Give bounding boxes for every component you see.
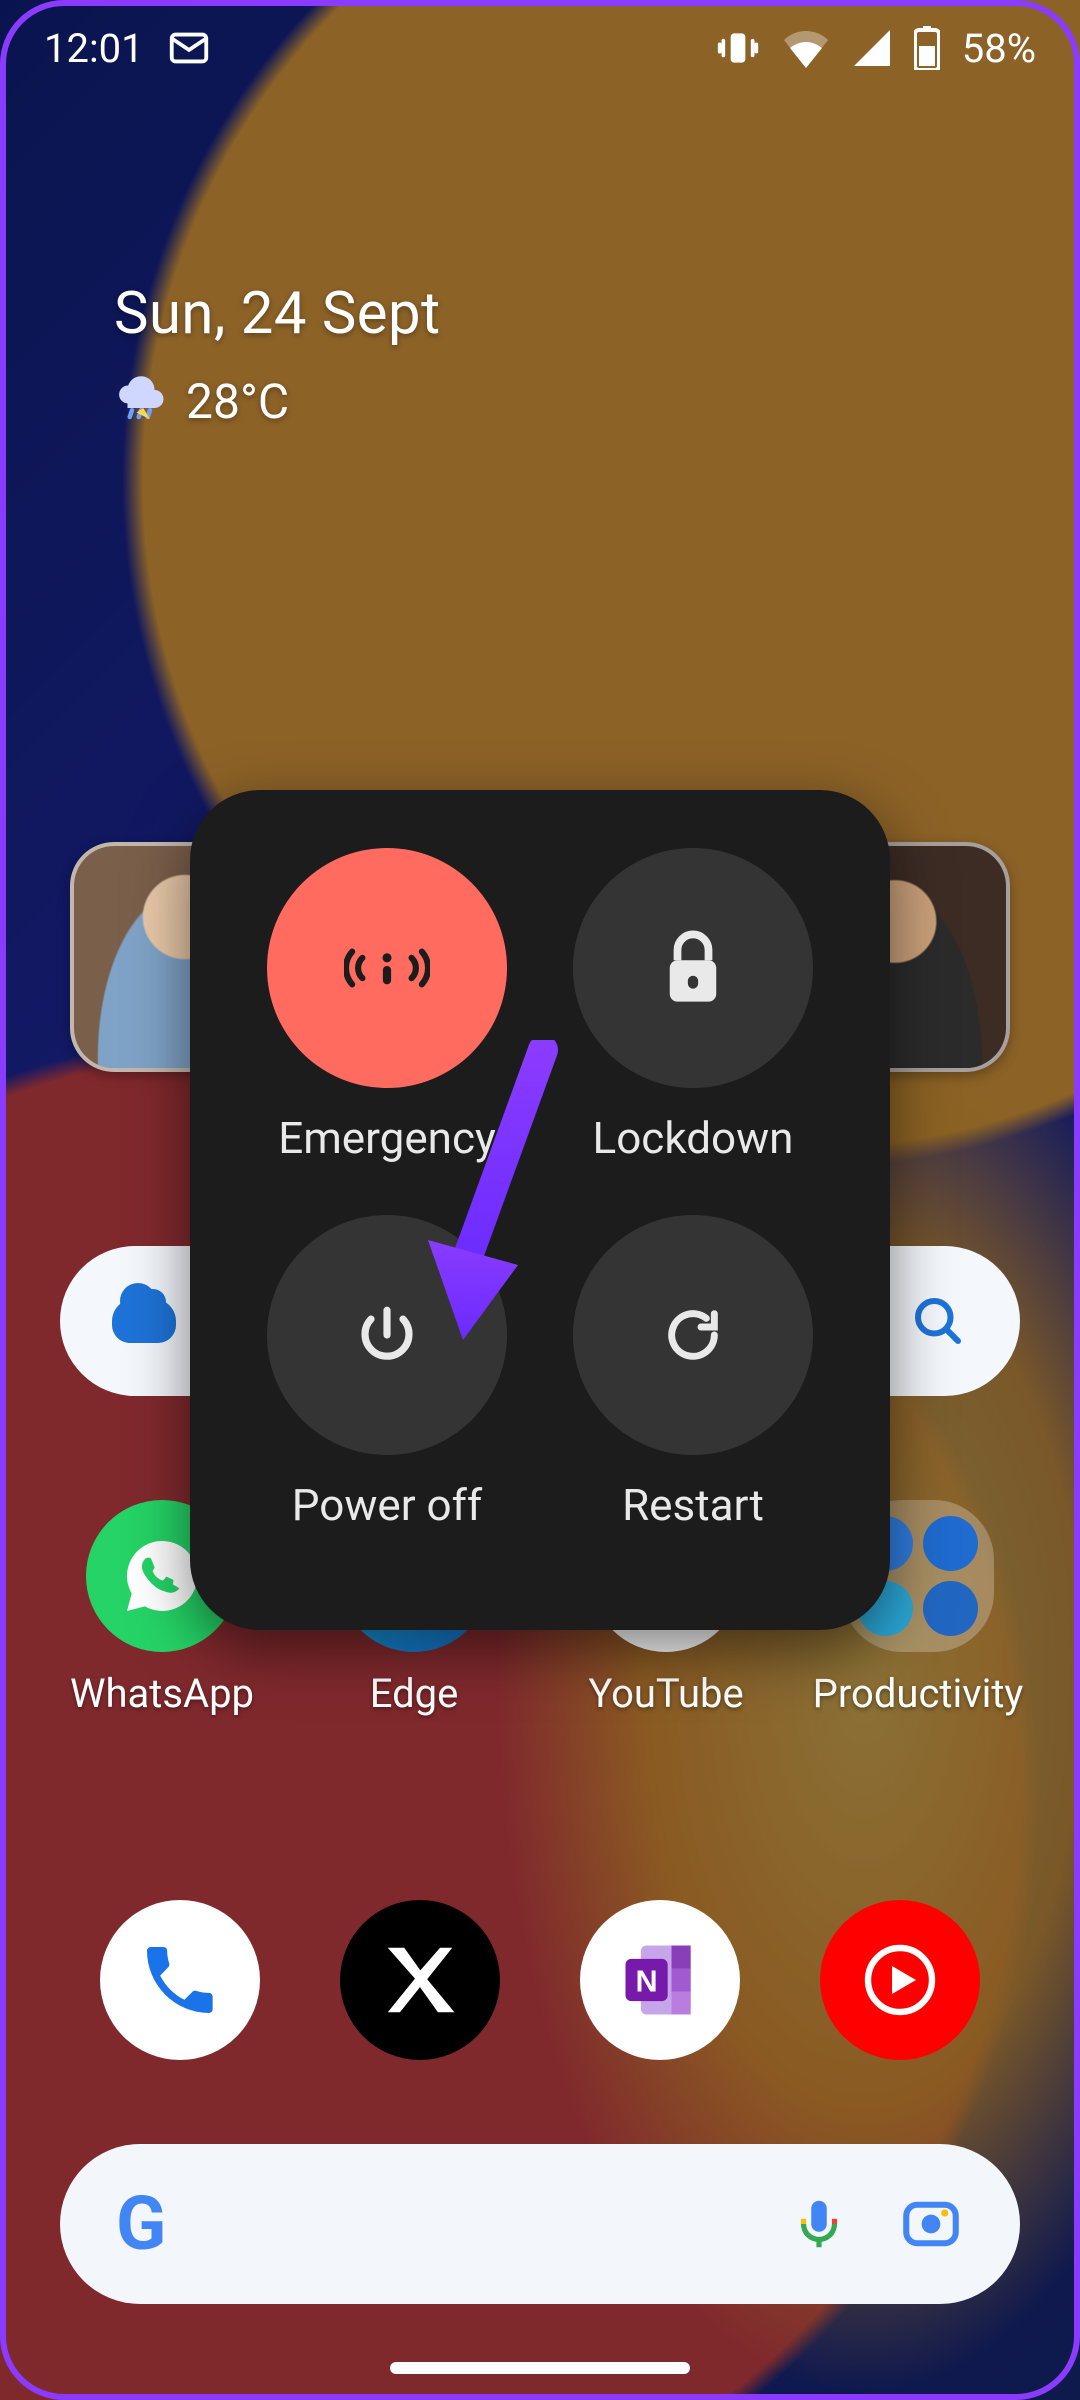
weather-icon: [114, 372, 168, 430]
google-search-bar[interactable]: G: [60, 2144, 1020, 2304]
battery-icon: [914, 26, 940, 70]
app-label: Edge: [370, 1670, 459, 1717]
onedrive-icon: [112, 1299, 176, 1343]
lens-icon[interactable]: [898, 2191, 964, 2257]
vibrate-icon: [716, 26, 760, 70]
dock-x[interactable]: [340, 1900, 500, 2060]
dock-onenote[interactable]: N: [580, 1900, 740, 2060]
temperature-text: 28°C: [186, 373, 289, 430]
status-time: 12:01: [44, 25, 144, 72]
dock-phone[interactable]: [100, 1900, 260, 2060]
power-menu-label: Lockdown: [593, 1112, 794, 1164]
power-menu: Emergency Lockdown Power off Restart: [190, 790, 890, 1630]
lock-icon: [573, 848, 813, 1088]
restart-icon: [573, 1215, 813, 1455]
power-menu-label: Restart: [622, 1479, 764, 1531]
date-weather-widget[interactable]: Sun, 24 Sept 28°C: [114, 280, 441, 430]
app-label: YouTube: [588, 1670, 743, 1717]
emergency-icon: [267, 848, 507, 1088]
app-label: Productivity: [813, 1670, 1024, 1717]
power-menu-emergency[interactable]: Emergency: [234, 848, 540, 1215]
power-menu-lockdown[interactable]: Lockdown: [540, 848, 846, 1215]
power-menu-power-off[interactable]: Power off: [234, 1215, 540, 1582]
svg-text:N: N: [636, 1965, 658, 1999]
power-menu-label: Power off: [292, 1479, 482, 1531]
mic-icon[interactable]: [788, 2193, 850, 2255]
power-icon: [267, 1215, 507, 1455]
battery-percent: 58%: [962, 25, 1036, 72]
status-bar: 12:01 58%: [0, 0, 1080, 96]
dock: N: [60, 1900, 1020, 2060]
date-text: Sun, 24 Sept: [114, 280, 441, 348]
search-icon: [908, 1291, 968, 1351]
power-menu-label: Emergency: [278, 1112, 496, 1164]
app-label: WhatsApp: [70, 1670, 254, 1717]
dock-ytmusic[interactable]: [820, 1900, 980, 2060]
google-logo-icon: G: [116, 2181, 166, 2268]
power-menu-restart[interactable]: Restart: [540, 1215, 846, 1582]
outlook-notification-icon: [166, 25, 212, 71]
wifi-icon: [782, 28, 830, 68]
signal-icon: [852, 28, 892, 68]
gesture-nav-bar[interactable]: [390, 2362, 690, 2374]
